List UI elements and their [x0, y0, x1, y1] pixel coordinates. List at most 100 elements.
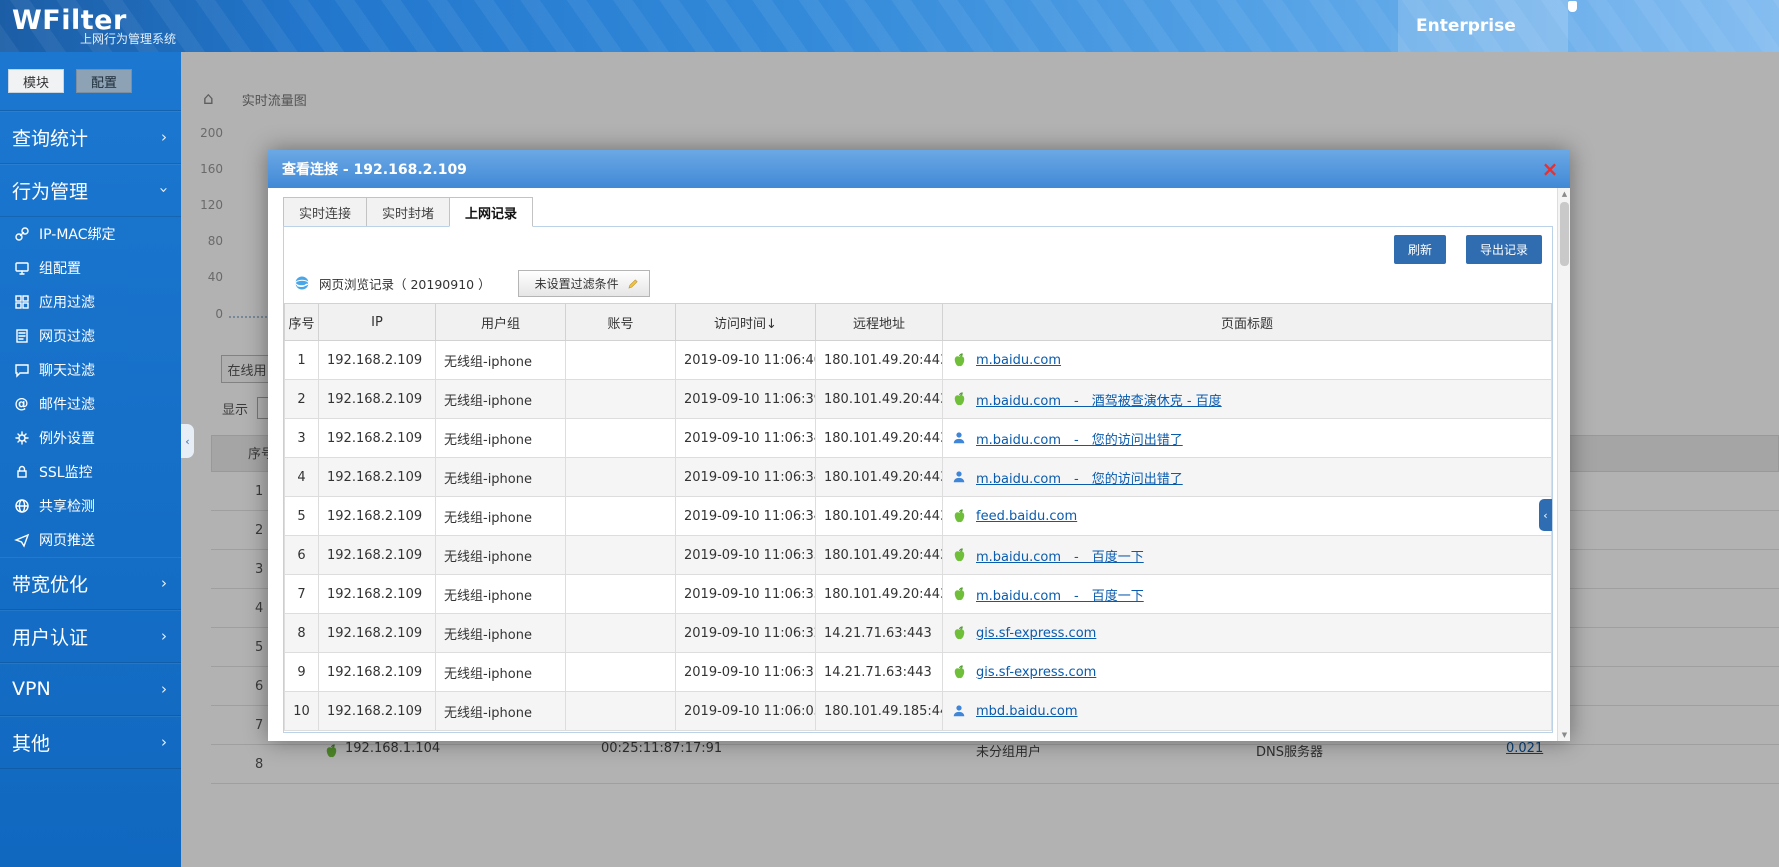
modal-tab-web-records[interactable]: 上网记录 — [449, 197, 534, 227]
column-header[interactable]: 访问时间↓ — [675, 303, 816, 341]
notification-icon[interactable] — [1568, 1, 1577, 12]
monitor-icon — [13, 260, 30, 277]
cell-user-group: 无线组-iphone — [435, 535, 566, 575]
sidebar-item[interactable]: 网页过滤 — [0, 319, 181, 353]
cell-no: 9 — [284, 652, 319, 692]
cell-no: 1 — [284, 340, 319, 380]
sidebar-section-vpn[interactable]: VPN › — [0, 663, 181, 716]
cell-page-title: m.baidu.com - 百度一下 — [942, 535, 1552, 575]
section-label: 带宽优化 — [12, 573, 89, 596]
sidebar-section-user-auth[interactable]: 用户认证 › — [0, 610, 181, 663]
sidebar-item-label: 聊天过滤 — [39, 363, 95, 379]
page-title-link[interactable]: m.baidu.com — [976, 353, 1061, 368]
cell-no: 8 — [284, 613, 319, 653]
modal-tab-realtime-connections[interactable]: 实时连接 — [283, 197, 367, 227]
modal-title-bar: 查看连接 - 192.168.2.109 × — [268, 150, 1570, 188]
cell-account — [565, 574, 676, 614]
section-label: VPN — [12, 678, 51, 700]
sidebar-item-label: 例外设置 — [39, 431, 95, 447]
record-row: 9 192.168.2.109 无线组-iphone 2019-09-10 11:06… — [284, 652, 1552, 692]
page-title-link[interactable]: m.baidu.com - 您的访问出错了 — [976, 429, 1183, 448]
sidebar-item-label: 共享检测 — [39, 499, 95, 515]
sidebar-item[interactable]: 聊天过滤 — [0, 353, 181, 387]
sidebar-item[interactable]: 共享检测 — [0, 489, 181, 523]
sidebar-section-query-stats[interactable]: 查询统计 › — [0, 111, 181, 164]
cell-ip: 192.168.2.109 — [318, 691, 436, 731]
cell-remote: 180.101.49.20:443 — [815, 574, 943, 614]
sidebar-item[interactable]: 应用过滤 — [0, 285, 181, 319]
at-icon: @ — [14, 396, 29, 412]
modal-tab-realtime-blocks[interactable]: 实时封堵 — [366, 197, 450, 227]
cell-no: 4 — [284, 457, 319, 497]
export-records-button[interactable]: 导出记录 — [1465, 235, 1542, 264]
cell-time: 2019-09-10 11:06:34 — [675, 496, 816, 536]
close-icon[interactable]: × — [1536, 150, 1564, 188]
green-site-icon — [951, 508, 967, 524]
sidebar-section-behavior-mgmt[interactable]: 行为管理 › — [0, 164, 181, 217]
sidebar-item[interactable]: SSL监控 — [0, 455, 181, 489]
modal-tab-bar: 实时连接 实时封堵 上网记录 — [283, 197, 1553, 227]
sidebar-item[interactable]: 网页推送 — [0, 523, 181, 557]
blue-user-icon — [951, 703, 967, 719]
cell-page-title: mbd.baidu.com — [942, 691, 1552, 731]
view-connections-modal: 查看连接 - 192.168.2.109 × 实时连接 实时封堵 上网记录 刷新 导… — [268, 150, 1570, 741]
sidebar-item[interactable]: @ 邮件过滤 — [0, 387, 181, 421]
panel-collapse-handle[interactable]: ‹ — [1539, 499, 1552, 531]
document-icon — [13, 328, 30, 345]
refresh-button[interactable]: 刷新 — [1393, 235, 1446, 264]
pencil-icon — [628, 278, 639, 289]
scroll-up-icon[interactable]: ▲ — [1558, 188, 1571, 200]
tab-module[interactable]: 模块 — [8, 69, 64, 93]
tab-config[interactable]: 配置 — [76, 69, 132, 93]
records-panel: 刷新 导出记录 网页浏览记录（ 20190910 ） 未设置过滤条件 序号 IP 用… — [283, 226, 1553, 733]
column-header[interactable]: 账号 — [565, 303, 676, 341]
sidebar-collapse-handle[interactable]: ‹ — [181, 424, 194, 458]
sidebar-section-bandwidth[interactable]: 带宽优化 › — [0, 557, 181, 610]
record-row: 8 192.168.2.109 无线组-iphone 2019-09-10 11:06… — [284, 613, 1552, 653]
sidebar-menu: IP-MAC绑定 组配置应用过滤网页过滤聊天过滤 @ 邮件过滤例外设置 SSL监控共享检… — [0, 217, 181, 557]
sidebar-item-label: IP-MAC绑定 — [39, 227, 116, 243]
page-title-link[interactable]: m.baidu.com - 您的访问出错了 — [976, 468, 1183, 487]
modal-title: 查看连接 - 192.168.2.109 — [282, 162, 467, 178]
page-title-link[interactable]: m.baidu.com - 百度一下 — [976, 546, 1144, 565]
scrollbar-thumb[interactable] — [1560, 202, 1569, 266]
sidebar-item[interactable]: IP-MAC绑定 — [0, 217, 181, 251]
cell-page-title: m.baidu.com - 百度一下 — [942, 574, 1552, 614]
modal-scrollbar[interactable]: ▲ ▼ — [1557, 188, 1570, 741]
sidebar-item[interactable]: 组配置 — [0, 251, 181, 285]
cell-ip: 192.168.2.109 — [318, 613, 436, 653]
chevron-down-icon: › — [155, 187, 173, 193]
record-row: 7 192.168.2.109 无线组-iphone 2019-09-10 11:06… — [284, 574, 1552, 614]
scroll-down-icon[interactable]: ▼ — [1558, 729, 1571, 741]
filter-condition-button[interactable]: 未设置过滤条件 — [517, 269, 650, 297]
page-title-link[interactable]: feed.baidu.com — [976, 509, 1077, 524]
cell-remote: 14.21.71.63:443 — [815, 652, 943, 692]
column-header[interactable]: 序号 — [284, 303, 319, 341]
sidebar-item-label: 应用过滤 — [39, 295, 95, 311]
page-title-link[interactable]: gis.sf-express.com — [976, 626, 1096, 641]
cell-ip: 192.168.2.109 — [318, 418, 436, 458]
column-header[interactable]: 页面标题 — [942, 303, 1552, 341]
column-header[interactable]: 用户组 — [435, 303, 566, 341]
page-title-link[interactable]: m.baidu.com - 酒驾被查演休克 - 百度 — [976, 390, 1222, 409]
record-row: 4 192.168.2.109 无线组-iphone 2019-09-10 11:06… — [284, 457, 1552, 497]
column-header[interactable]: 远程地址 — [815, 303, 943, 341]
chevron-right-icon: › — [161, 680, 167, 698]
sidebar-item-label: 组配置 — [39, 261, 81, 277]
sidebar-section-other[interactable]: 其他 › — [0, 716, 181, 769]
section-label: 行为管理 — [12, 180, 89, 203]
cell-no: 10 — [284, 691, 319, 731]
column-header[interactable]: IP — [318, 303, 436, 341]
page-title-link[interactable]: gis.sf-express.com — [976, 665, 1096, 680]
sidebar-item[interactable]: 例外设置 — [0, 421, 181, 455]
blue-user-icon — [951, 430, 967, 446]
page-title-link[interactable]: m.baidu.com - 百度一下 — [976, 585, 1144, 604]
cell-page-title: gis.sf-express.com — [942, 613, 1552, 653]
cell-no: 3 — [284, 418, 319, 458]
sidebar-item-label: 邮件过滤 — [39, 397, 95, 413]
page-title-link[interactable]: mbd.baidu.com — [976, 704, 1078, 719]
cell-time: 2019-09-10 11:06:31 — [675, 652, 816, 692]
chat-icon — [13, 362, 30, 379]
record-row: 1 192.168.2.109 无线组-iphone 2019-09-10 11:06… — [284, 340, 1552, 380]
cell-no: 7 — [284, 574, 319, 614]
